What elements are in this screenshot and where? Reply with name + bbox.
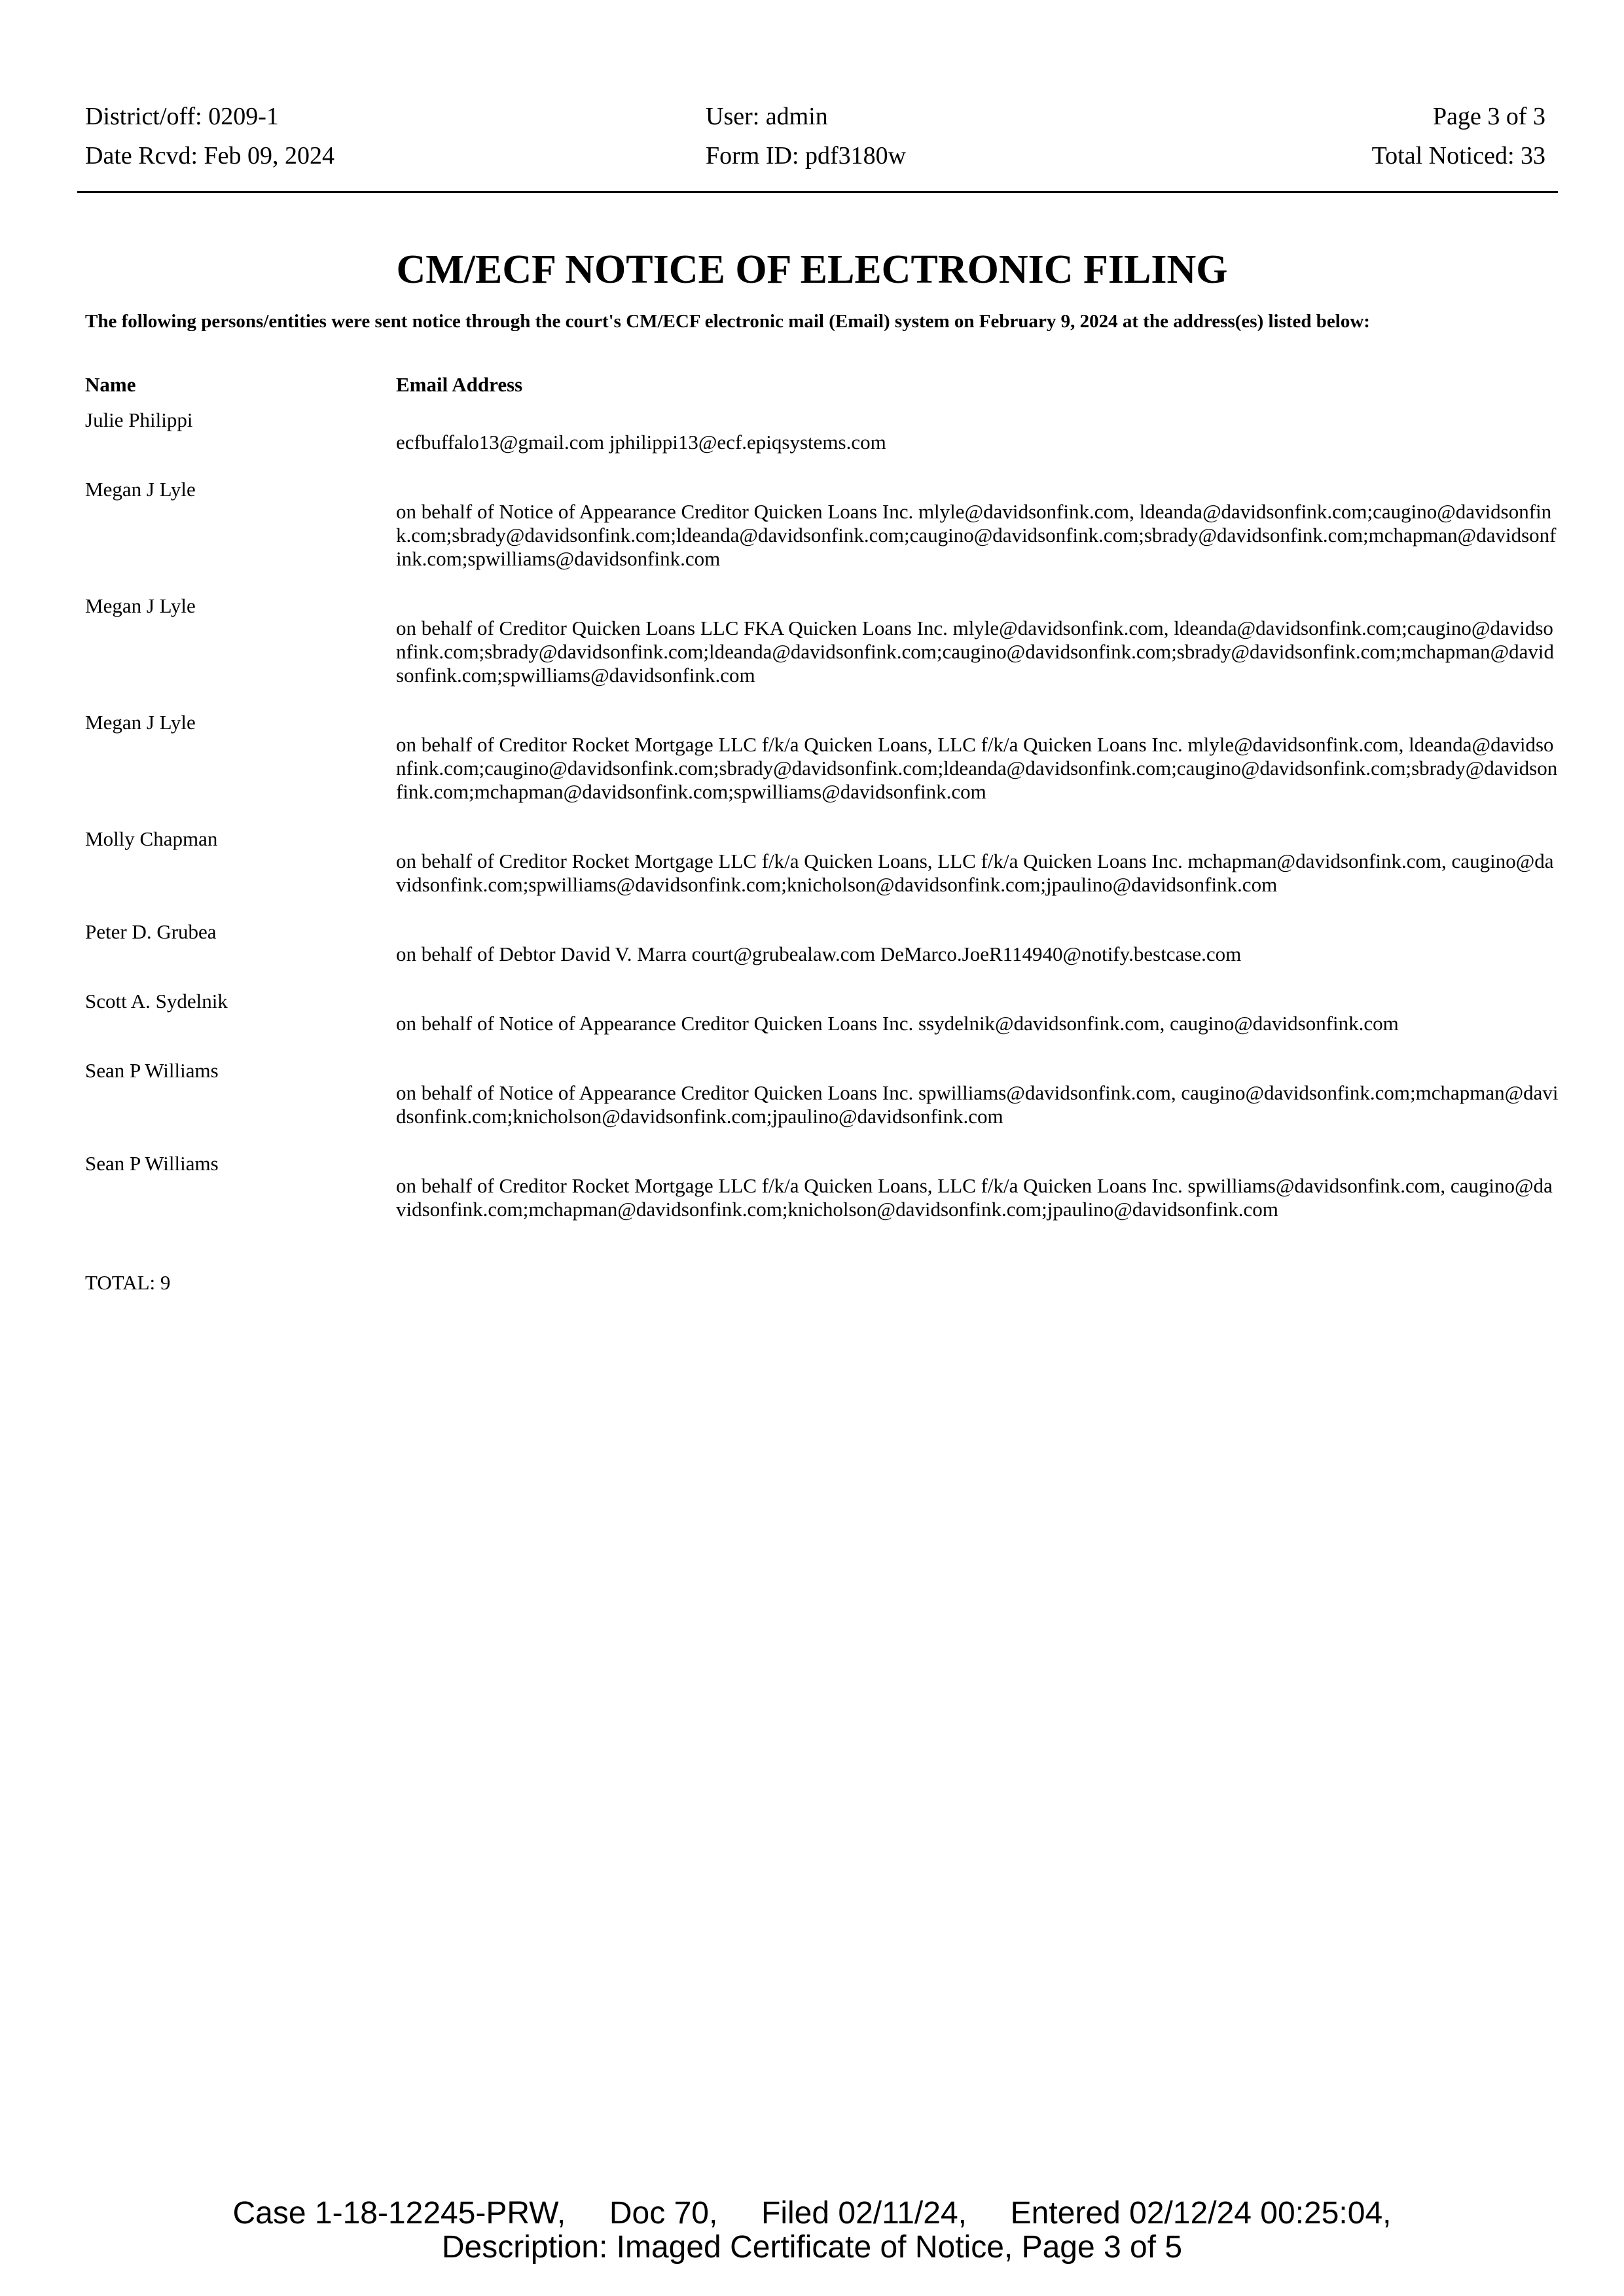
recipient-name: Julie Philippi [85,408,193,431]
recipient-email: on behalf of Notice of Appearance Credit… [396,500,1557,570]
notice-list: Julie Philippi ecfbuffalo13@gmail.com jp… [85,407,1564,1244]
recipient-name: Molly Chapman [85,827,218,850]
recipient-name: Sean P Williams [85,1152,219,1175]
list-item: Megan J Lyle on behalf of Notice of Appe… [85,476,1564,571]
total-count: TOTAL: 9 [85,1271,171,1294]
recipient-name: Megan J Lyle [85,711,196,734]
list-item: Scott A. Sydelnik on behalf of Notice of… [85,988,1564,1035]
recipient-email: on behalf of Creditor Rocket Mortgage LL… [396,733,1558,803]
user: User: admin [706,103,828,130]
header-middle: User: admin Form ID: pdf3180w [706,97,906,175]
recipient-email: on behalf of Notice of Appearance Credit… [396,1081,1559,1128]
footer-case-line: Case 1-18-12245-PRW, Doc 70, Filed 02/11… [232,2196,1392,2231]
list-item: Molly Chapman on behalf of Creditor Rock… [85,826,1564,897]
recipient-name: Megan J Lyle [85,594,196,617]
recipient-email: on behalf of Creditor Rocket Mortgage LL… [396,1174,1553,1221]
case-footer: Case 1-18-12245-PRW, Doc 70, Filed 02/11… [0,2197,1624,2265]
header-left: District/off: 0209-1 Date Rcvd: Feb 09, … [85,97,334,175]
intro-text: The following persons/entities were sent… [85,311,1370,332]
list-item: Megan J Lyle on behalf of Creditor Quick… [85,593,1564,687]
date-received: Date Rcvd: Feb 09, 2024 [85,142,335,170]
recipient-email: ecfbuffalo13@gmail.com jphilippi13@ecf.e… [396,431,886,454]
column-header-name: Name [85,373,136,396]
header-divider [77,191,1558,193]
recipient-name: Sean P Williams [85,1059,219,1082]
recipient-name: Megan J Lyle [85,478,196,501]
list-item: Sean P Williams on behalf of Creditor Ro… [85,1151,1564,1221]
header-right: Page 3 of 3 Total Noticed: 33 [1372,97,1545,175]
list-item: Sean P Williams on behalf of Notice of A… [85,1058,1564,1128]
list-item: Julie Philippi ecfbuffalo13@gmail.com jp… [85,407,1564,454]
page-title: CM/ECF NOTICE OF ELECTRONIC FILING [396,247,1228,292]
district-office: District/off: 0209-1 [85,103,279,130]
page-number: Page 3 of 3 [1432,103,1545,130]
recipient-name: Scott A. Sydelnik [85,990,228,1013]
column-header-email: Email Address [396,373,523,396]
footer-description-line: Description: Imaged Certificate of Notic… [441,2230,1183,2265]
recipient-email: on behalf of Debtor David V. Marra court… [396,942,1242,965]
list-item: Peter D. Grubea on behalf of Debtor Davi… [85,919,1564,966]
recipient-email: on behalf of Notice of Appearance Credit… [396,1012,1399,1035]
recipient-email: on behalf of Creditor Quicken Loans LLC … [396,617,1555,687]
recipient-name: Peter D. Grubea [85,920,217,943]
recipient-email: on behalf of Creditor Rocket Mortgage LL… [396,850,1554,896]
total-noticed: Total Noticed: 33 [1371,142,1545,170]
list-item: Megan J Lyle on behalf of Creditor Rocke… [85,709,1564,804]
form-id: Form ID: pdf3180w [706,142,907,170]
